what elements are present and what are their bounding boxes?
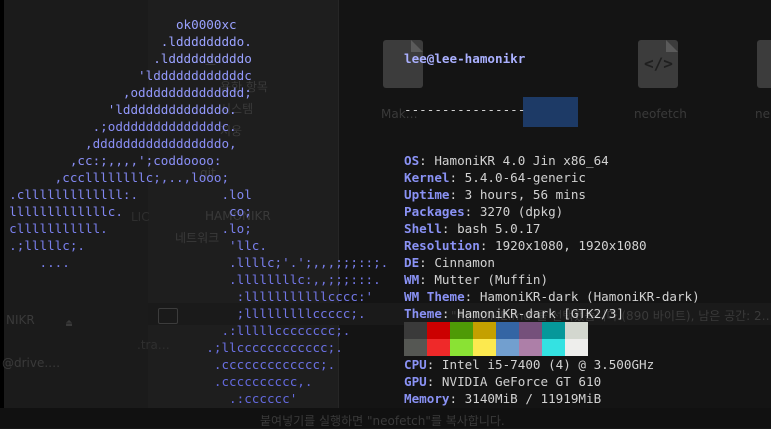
info-row: WM: Mutter (Muffin) [404,271,700,288]
logo-line: ,cc:;,,,,';coddoooo: [0,153,222,168]
info-key: Uptime [404,187,450,202]
info-value: 5.4.0-64-generic [464,170,586,185]
info-row: DE: Cinnamon [404,254,700,271]
info-value: 3140MiB / 11919MiB [464,391,602,406]
info-value: bash 5.0.17 [457,221,541,236]
info-row: CPU: Intel i5-7400 (4) @ 3.500GHz [404,356,700,373]
info-key: Theme [404,306,442,321]
info-key: Packages [404,204,465,219]
info-row: Shell: bash 5.0.17 [404,220,700,237]
info-row: OS: HamoniKR 4.0 Jin x86_64 [404,152,700,169]
info-colon: : [419,153,435,168]
logo-line: .:cccccc' [0,391,298,406]
logo-line: lllllllllllllc. co; [0,204,252,219]
logo-line: clllllllllll. .lo; [0,221,252,236]
color-swatch [496,322,519,339]
logo-line: 'lddddddddddddc [0,68,252,83]
info-value: 3 hours, 56 mins [464,187,586,202]
logo-line: .:lllllcccccccc;. [0,323,351,338]
info-row: Uptime: 3 hours, 56 mins [404,186,700,203]
info-key: CPU [404,357,427,372]
logo-line: .clllllllllllll:. .lol [0,187,252,202]
logo-line: ;lllllllllccccc;. [0,306,366,321]
color-swatch [427,322,450,339]
color-swatch [496,339,519,356]
info-colon: : [464,289,480,304]
info-row: GPU: NVIDIA GeForce GT 610 [404,373,700,390]
info-colon: : [419,272,435,287]
color-swatch [450,322,473,339]
info-row: Packages: 3270 (dpkg) [404,203,700,220]
info-key: GPU [404,374,427,389]
logo-line: .lddddddddddo [0,51,252,66]
info-value: Intel i5-7400 (4) @ 3.500GHz [441,357,655,372]
info-key: WM [404,272,420,287]
user-host: lee@lee-hamonikr [404,51,526,66]
color-swatch [565,339,588,356]
info-colon: : [464,204,480,219]
logo-line: .lddddddddo. [0,34,252,49]
color-swatch [542,322,565,339]
logo-line: .llllllllc:,,;;;:::. [0,272,381,287]
info-colon: : [426,374,442,389]
color-swatch [404,322,427,339]
info-key: OS [404,153,420,168]
info-value: HamoniKR 4.0 Jin x86_64 [434,153,609,168]
info-value: NVIDIA GeForce GT 610 [441,374,602,389]
info-colon: : [419,255,435,270]
color-swatch [450,339,473,356]
logo-line: .cccccccccc,. [0,374,313,389]
color-swatch [404,339,427,356]
logo-line: ok0000xc [0,17,237,32]
logo-line: .ccccccccccccc;. [0,357,336,372]
info-colon: : [479,238,495,253]
info-colon: : [449,391,465,406]
distro-ascii-logo: ok0000xc .lddddddddo. .lddddddddddo 'ldd… [0,16,388,407]
color-palette [404,322,588,356]
logo-line: 'ldddddddddddddo. [0,102,237,117]
logo-line: :lllllllllllcccc:' [0,289,374,304]
info-key: Kernel [404,170,450,185]
info-colon: : [449,187,465,202]
info-key: DE [404,255,420,270]
info-key: Resolution [404,238,480,253]
info-value: 1920x1080, 1920x1080 [495,238,647,253]
info-key: Memory [404,391,450,406]
file-icon[interactable] [757,40,771,88]
color-swatch [473,322,496,339]
info-row: Memory: 3140MiB / 11919MiB [404,390,700,407]
info-colon: : [426,357,442,372]
info-value: 3270 (dpkg) [479,204,564,219]
system-info: lee@lee-hamonikr ---------------- OS: Ha… [404,16,700,424]
info-colon: : [441,306,458,321]
info-row: Kernel: 5.4.0-64-generic [404,169,700,186]
info-value: Mutter (Muffin) [434,272,549,287]
info-row: WM Theme: HamoniKR-dark (HamoniKR-dark) [404,288,700,305]
logo-line: .... .llllc;'.';,,,;;;::;. [0,255,389,270]
color-swatch [542,339,565,356]
info-colon: : [441,221,458,236]
info-row: Resolution: 1920x1080, 1920x1080 [404,237,700,254]
color-swatch [473,339,496,356]
info-value: HamoniKR-dark [GTK2/3] [457,306,624,321]
color-swatch [519,322,542,339]
info-value: Cinnamon [434,255,496,270]
info-value: HamoniKR-dark (HamoniKR-dark) [479,289,700,304]
info-key: Shell [404,221,442,236]
logo-line: ,cccllllllllc;,..,looo; [0,170,230,185]
logo-line: ,odddddddddddddd; [0,85,252,100]
color-swatch [519,339,542,356]
logo-line: ,dddddddddddddddddo, [0,136,237,151]
logo-line: .;llcccccccccccc;. [0,340,343,355]
info-colon: : [449,170,465,185]
separator-line: ---------------- [404,102,526,117]
file-label[interactable]: ne… [755,107,771,121]
color-swatch [565,322,588,339]
logo-line: .;lllllc;. 'llc. [0,238,267,253]
info-key: WM Theme [404,289,465,304]
info-fields: OS: HamoniKR 4.0 Jin x86_64 Kernel: 5.4.0… [404,152,700,407]
logo-line: .;oddddddddddddddc. [0,119,237,134]
color-swatch [427,339,450,356]
info-row: Theme: HamoniKR-dark [GTK2/3] [404,305,700,322]
